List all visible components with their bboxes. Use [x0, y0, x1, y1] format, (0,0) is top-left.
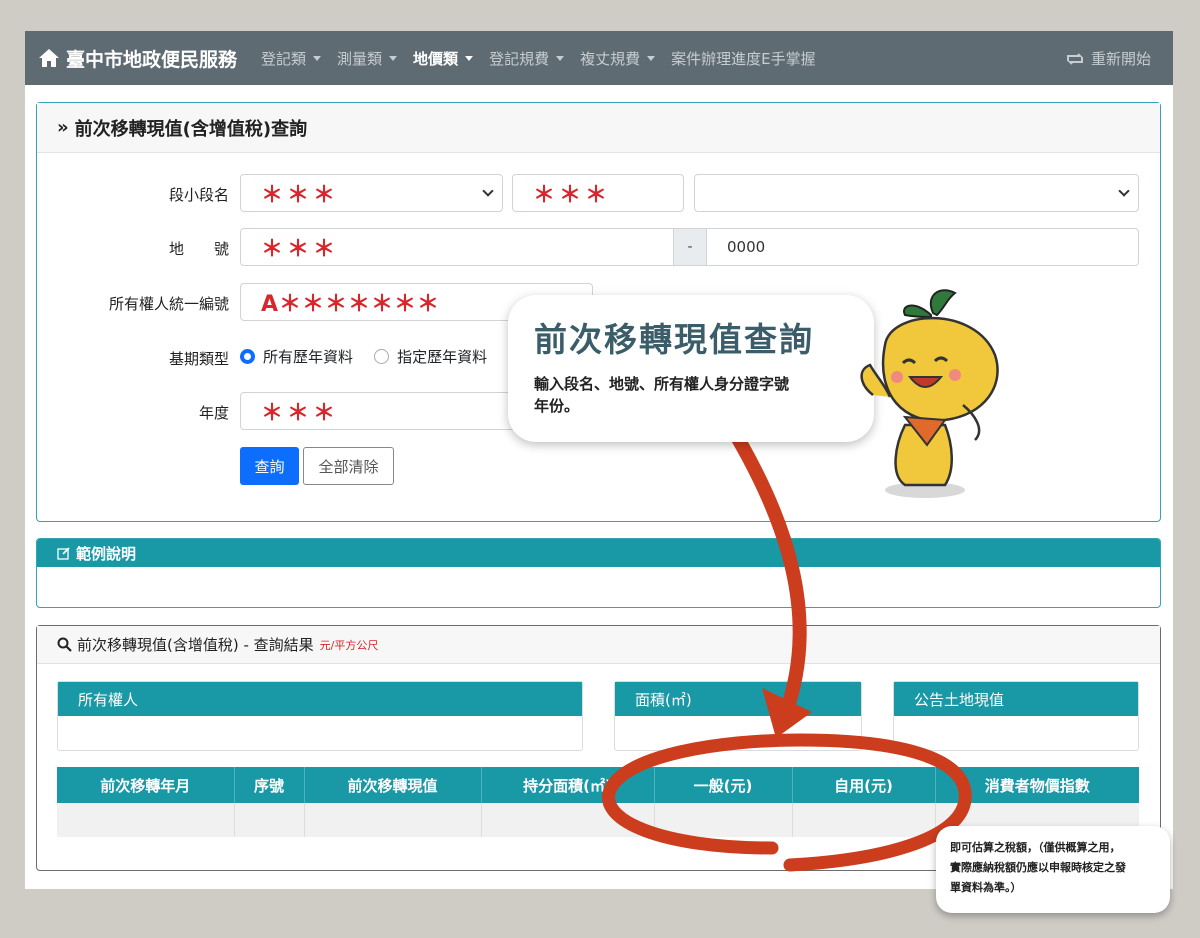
note-line-2: 實際應納稅額仍應以申報時核定之發 [950, 861, 1126, 874]
callout-text-2: 年份。 [534, 397, 580, 415]
note-line-3: 單資料為準。） [950, 881, 1022, 894]
callout-bubble: 前次移轉現值查詢 輸入段名、地號、所有權人身分證字號 年份。 [508, 295, 874, 442]
callout-text-1: 輸入段名、地號、所有權人身分證字號 [534, 375, 790, 393]
callout-title: 前次移轉現值查詢 [534, 320, 814, 359]
note-line-1: 即可估算之稅額，（僅供概算之用， [950, 841, 1121, 854]
annotation-arrow [602, 405, 972, 872]
disclaimer-note: 即可估算之稅額，（僅供概算之用， 實際應納稅額仍應以申報時核定之發 單資料為準。… [936, 826, 1170, 913]
mascot-illustration [860, 289, 999, 498]
